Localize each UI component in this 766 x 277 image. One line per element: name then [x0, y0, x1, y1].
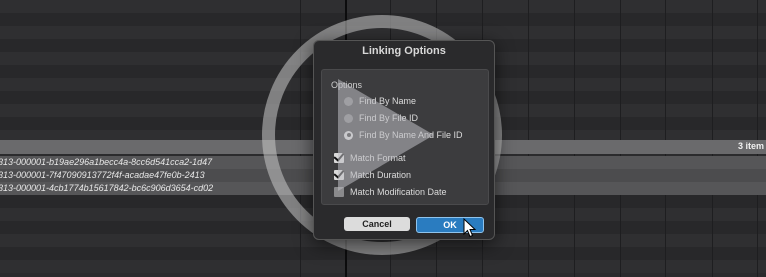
cursor-icon: [463, 218, 477, 238]
file-name: 313-000001-4cb1774b15617842-bc6c906d3654…: [0, 183, 214, 193]
file-name: 313-000001-b19ae296a1becc4a-8cc6d541cca2…: [0, 157, 213, 167]
cancel-button[interactable]: Cancel: [344, 217, 410, 231]
item-count: 3 item: [737, 141, 764, 151]
file-name: 313-000001-7f47090913772f4f-acadae47fe0b…: [0, 170, 205, 180]
dialog-title: Linking Options: [362, 45, 446, 57]
play-icon[interactable]: [338, 79, 434, 191]
